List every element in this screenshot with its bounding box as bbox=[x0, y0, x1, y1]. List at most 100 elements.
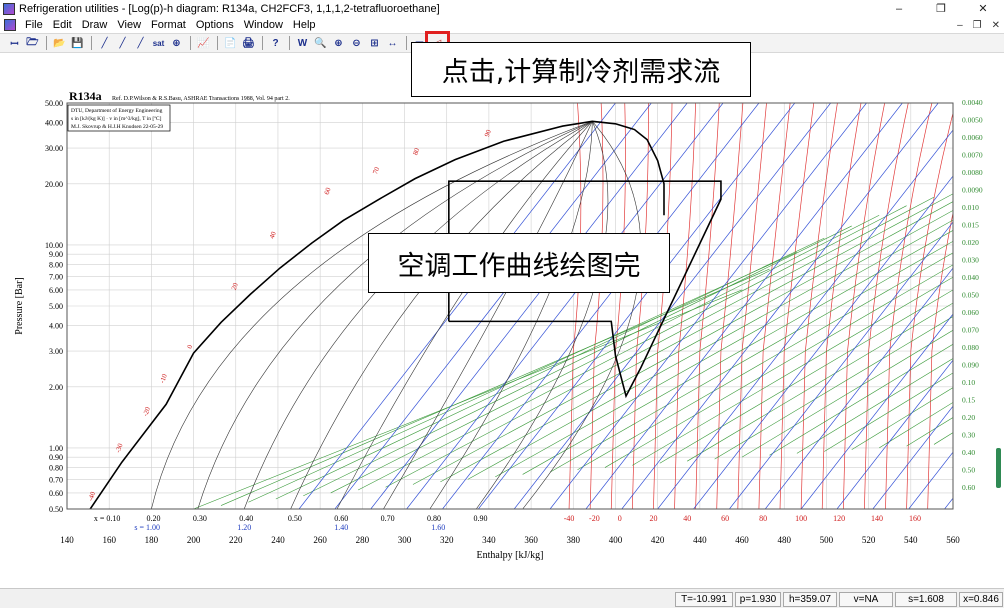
chart-area[interactable]: 140 160 180 200 220 240 260 280 300 320 340 360 380 4… bbox=[0, 54, 1004, 588]
saturation-temperature-label: 40 bbox=[268, 230, 278, 240]
quality-line bbox=[336, 121, 593, 509]
x-tick-label: 140 bbox=[60, 535, 74, 545]
y-tick-label: 50.00 bbox=[45, 99, 63, 108]
info-box-line: M.J. Skovrup & H.J.H Knudsen 22-05-29 bbox=[71, 124, 163, 130]
y-tick-label: 0.60 bbox=[49, 489, 63, 498]
maximize-button[interactable]: ❐ bbox=[920, 0, 962, 17]
menu-format[interactable]: Format bbox=[146, 19, 191, 31]
zoom-in-icon[interactable]: ⊕ bbox=[330, 35, 347, 51]
quality-label: 0.30 bbox=[193, 514, 207, 523]
toolbar-separator bbox=[262, 36, 263, 50]
status-entropy: s=1.608 bbox=[895, 592, 957, 607]
y-tick-label: 7.00 bbox=[49, 272, 63, 281]
y-tick-label: 3.00 bbox=[49, 347, 63, 356]
saturation-temperature-label: -30 bbox=[114, 442, 125, 454]
saturation-temperature-label: -20 bbox=[141, 405, 152, 417]
close-button[interactable]: ✕ bbox=[962, 0, 1004, 17]
diagram-icon[interactable]: 📈 bbox=[195, 35, 212, 51]
temperature-label: 140 bbox=[871, 514, 883, 523]
chart-title: R134a bbox=[69, 89, 102, 103]
x-axis-label: Enthalpy [kJ/kg] bbox=[477, 550, 544, 561]
isochore-line bbox=[440, 201, 953, 483]
toolbar-separator bbox=[46, 36, 47, 50]
specific-volume-label: 0.20 bbox=[962, 413, 975, 422]
saturation-temperature-label: 0 bbox=[186, 343, 195, 349]
zoom-out-icon[interactable]: ⊖ bbox=[348, 35, 365, 51]
menu-window[interactable]: Window bbox=[239, 19, 288, 31]
print-icon[interactable]: 🖨 bbox=[240, 35, 257, 51]
menu-options[interactable]: Options bbox=[191, 19, 239, 31]
x-tick-label: 520 bbox=[862, 535, 876, 545]
help-icon[interactable]: ? bbox=[267, 35, 284, 51]
measure-icon[interactable]: ↔ bbox=[384, 35, 401, 51]
app-icon bbox=[3, 2, 15, 15]
y-tick-label: 30.00 bbox=[45, 144, 63, 153]
specific-volume-label: 0.0050 bbox=[962, 116, 983, 125]
mdi-restore-button[interactable]: ❐ bbox=[973, 20, 982, 31]
minimize-button[interactable]: – bbox=[878, 0, 920, 17]
select-tool-icon[interactable]: ꟷ bbox=[6, 35, 23, 51]
log-ph-diagram[interactable]: 140 160 180 200 220 240 260 280 300 320 340 360 380 4… bbox=[0, 54, 1004, 588]
isochore-line bbox=[824, 372, 953, 452]
zoom-icon[interactable]: 🔍 bbox=[312, 35, 329, 51]
temperature-label: 20 bbox=[649, 514, 657, 523]
open-icon[interactable]: 📂 bbox=[51, 35, 68, 51]
specific-volume-label: 0.015 bbox=[962, 221, 979, 230]
menu-file[interactable]: File bbox=[20, 19, 48, 31]
y-tick-label: 5.00 bbox=[49, 302, 63, 311]
quality-label: 0.80 bbox=[427, 514, 441, 523]
y-tick-label: 4.00 bbox=[49, 322, 63, 331]
fit-width-icon[interactable]: W bbox=[294, 35, 311, 51]
y-tick-label: 2.00 bbox=[49, 383, 63, 392]
menu-help[interactable]: Help bbox=[288, 19, 321, 31]
quality-line bbox=[522, 121, 642, 509]
isentrope-icon[interactable]: ╱ bbox=[114, 35, 131, 51]
y-tick-label: 0.90 bbox=[49, 453, 63, 462]
zoom-fit-icon[interactable]: ⊞ bbox=[366, 35, 383, 51]
specific-volume-label: 0.50 bbox=[962, 466, 975, 475]
point-icon[interactable]: ⊕ bbox=[168, 35, 185, 51]
menu-draw[interactable]: Draw bbox=[77, 19, 113, 31]
mdi-minimize-button[interactable]: – bbox=[957, 20, 963, 31]
temperature-label: 0 bbox=[618, 514, 622, 523]
specific-volume-label: 0.040 bbox=[962, 273, 979, 282]
x-tick-label: 260 bbox=[313, 535, 327, 545]
y-tick-label: 6.00 bbox=[49, 286, 63, 295]
isotherm-icon[interactable]: ╱ bbox=[96, 35, 113, 51]
document-icon[interactable] bbox=[4, 19, 16, 31]
specific-volume-label: 0.0080 bbox=[962, 168, 983, 177]
x-tick-label: 340 bbox=[482, 535, 496, 545]
window-controls: – ❐ ✕ bbox=[878, 0, 1004, 17]
x-tick-label: 160 bbox=[102, 535, 116, 545]
x-tick-label: 400 bbox=[609, 535, 623, 545]
y-tick-label: 40.00 bbox=[45, 119, 63, 128]
quality-line bbox=[243, 121, 593, 509]
specific-volume-label: 0.090 bbox=[962, 361, 979, 370]
temperature-label: 160 bbox=[909, 514, 921, 523]
isochore-icon[interactable]: ╱ bbox=[132, 35, 149, 51]
mdi-close-button[interactable]: ✕ bbox=[992, 20, 1000, 31]
info-box-line: DTU, Department of Energy Engineering bbox=[71, 107, 163, 114]
specific-volume-label: 0.050 bbox=[962, 291, 979, 300]
x-tick-label: 480 bbox=[777, 535, 791, 545]
quality-line bbox=[151, 121, 593, 509]
specific-volume-label: 0.0040 bbox=[962, 98, 983, 107]
temperature-label: 60 bbox=[721, 514, 729, 523]
temperature-label: 40 bbox=[683, 514, 691, 523]
x-tick-label: 560 bbox=[946, 535, 960, 545]
entropy-label: 1.20 bbox=[237, 523, 251, 532]
vertical-scrollbar-thumb[interactable] bbox=[996, 448, 1001, 488]
y-tick-label: 20.00 bbox=[45, 180, 63, 189]
y-tick-label: 0.50 bbox=[49, 505, 63, 514]
save-icon[interactable]: 💾 bbox=[69, 35, 86, 51]
toolbar-separator bbox=[91, 36, 92, 50]
new-icon[interactable]: 🗁 bbox=[24, 35, 41, 51]
page-icon[interactable]: 📄 bbox=[222, 35, 239, 51]
saturation-icon[interactable]: sat bbox=[150, 35, 167, 51]
window-title: Refrigeration utilities - [Log(p)-h diag… bbox=[19, 2, 440, 15]
status-temperature: T=-10.991 bbox=[675, 592, 733, 607]
menu-edit[interactable]: Edit bbox=[48, 19, 77, 31]
x-tick-label: 360 bbox=[524, 535, 538, 545]
menu-view[interactable]: View bbox=[112, 19, 146, 31]
quality-line bbox=[290, 121, 593, 509]
